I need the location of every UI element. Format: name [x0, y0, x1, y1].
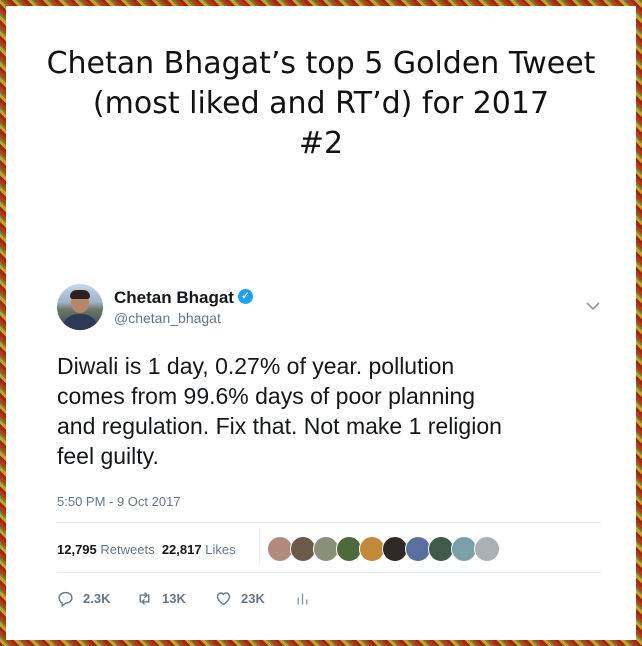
author-name[interactable]: Chetan Bhagat — [114, 288, 234, 308]
tweet-timestamp[interactable]: 5:50 PM - 9 Oct 2017 — [57, 494, 181, 509]
retweet-button[interactable]: 13K — [136, 588, 186, 608]
likes-count[interactable]: 22,817 — [162, 542, 202, 557]
stats-separator — [259, 528, 260, 564]
avatar[interactable] — [57, 284, 103, 330]
analytics-button[interactable] — [294, 588, 311, 608]
headline-line-3: #2 — [298, 126, 344, 161]
headline-line-2: (most liked and RT’d) for 2017 — [92, 86, 550, 121]
engagement-stats: 12,795 Retweets 22,817 Likes — [57, 542, 236, 557]
reply-count: 2.3K — [83, 590, 111, 606]
chevron-down-icon[interactable] — [584, 299, 602, 313]
like-button[interactable]: 23K — [215, 588, 265, 608]
reply-icon — [58, 591, 73, 607]
retweets-label[interactable]: Retweets — [100, 542, 154, 557]
tweet-text-line: and regulation. Fix that. Not make 1 rel… — [57, 413, 502, 439]
like-action-count: 23K — [241, 590, 265, 606]
liker-avatar[interactable] — [474, 536, 500, 562]
headline: Chetan Bhagat’s top 5 Golden Tweet (most… — [6, 44, 636, 164]
tweet-actions: 2.3K 13K 23K — [57, 588, 357, 608]
tweet-text-line: feel guilty. — [57, 443, 159, 469]
avatar-body — [62, 314, 98, 330]
verified-badge-icon: ✓ — [238, 289, 253, 304]
divider — [57, 572, 601, 573]
analytics-icon — [297, 592, 308, 604]
retweet-action-count: 13K — [162, 590, 186, 606]
avatar-hair — [70, 290, 90, 299]
card: Chetan Bhagat’s top 5 Golden Tweet (most… — [6, 6, 636, 640]
tweet-text-line: Diwali is 1 day, 0.27% of year. pollutio… — [57, 353, 455, 379]
headline-line-1: Chetan Bhagat’s top 5 Golden Tweet — [46, 46, 596, 81]
tweet-text-line: comes from 99.6% days of poor planning — [57, 383, 476, 409]
likes-label[interactable]: Likes — [205, 542, 235, 557]
divider — [57, 522, 601, 523]
retweets-count[interactable]: 12,795 — [57, 542, 97, 557]
tweet-text: Diwali is 1 day, 0.27% of year. pollutio… — [57, 351, 607, 471]
heart-icon — [216, 591, 231, 605]
author-handle[interactable]: @chetan_bhagat — [114, 310, 221, 326]
retweet-icon — [139, 591, 150, 605]
reply-button[interactable]: 2.3K — [57, 588, 110, 608]
